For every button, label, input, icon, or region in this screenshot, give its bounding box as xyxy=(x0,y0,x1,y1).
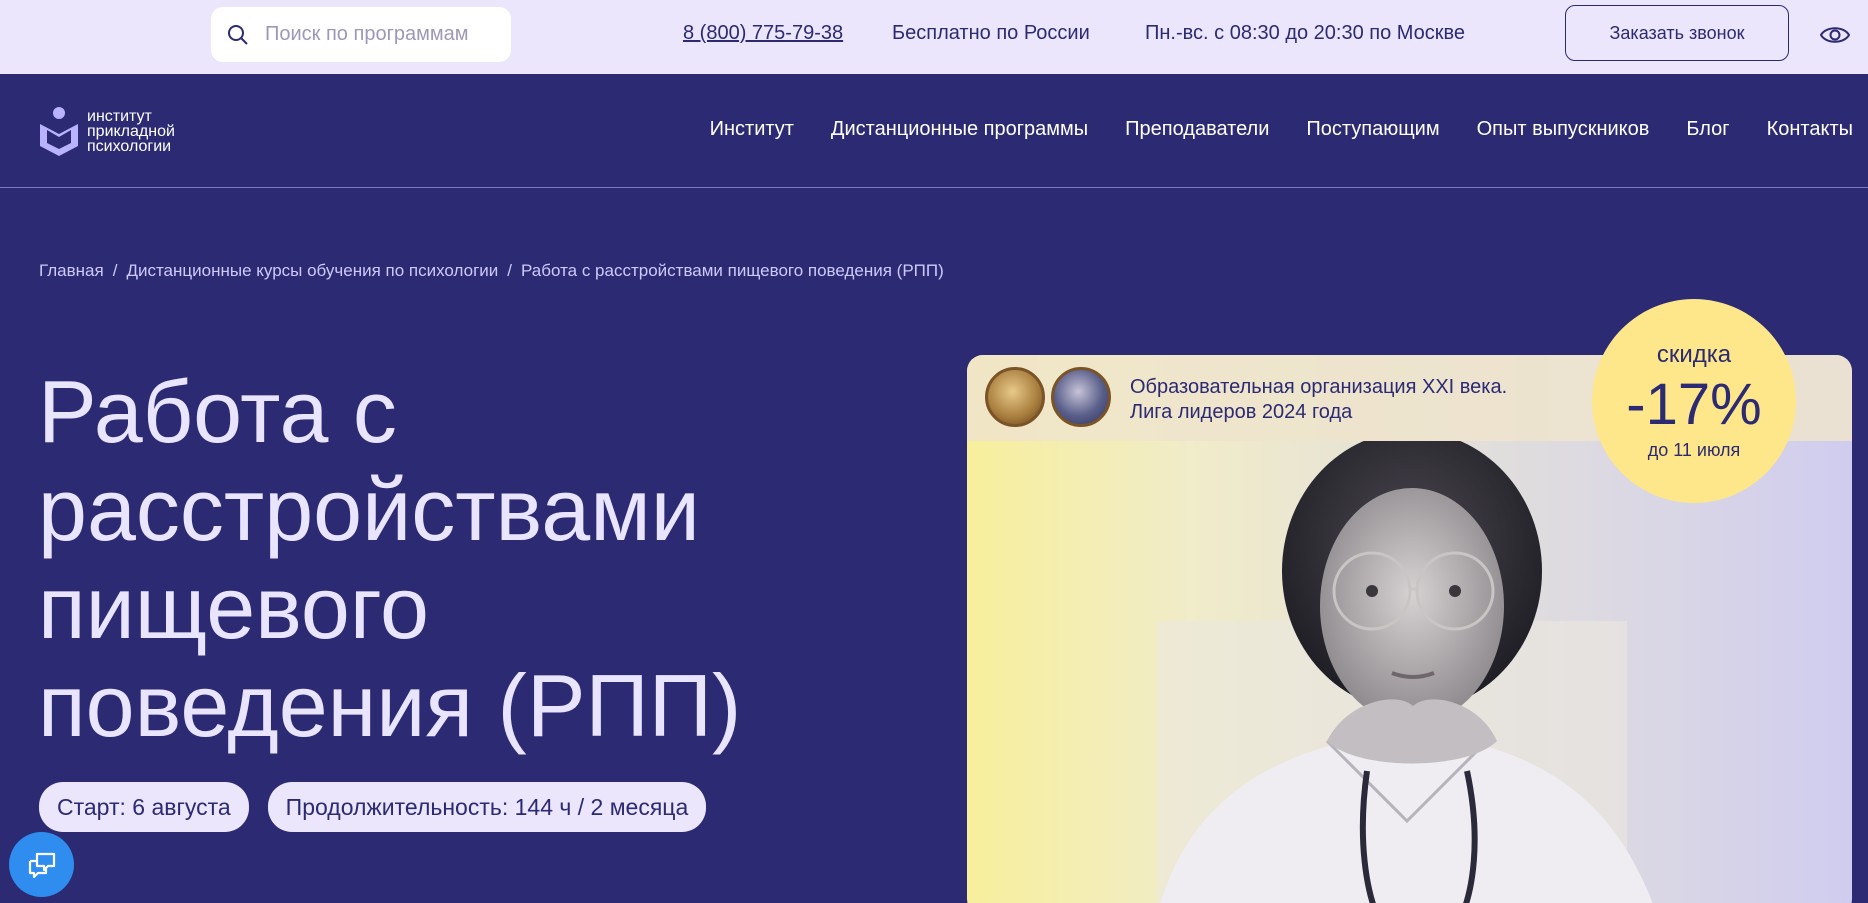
order-call-button[interactable]: Заказать звонок xyxy=(1565,5,1789,61)
nav-item-programs[interactable]: Дистанционные программы xyxy=(831,118,1088,141)
breadcrumb-home[interactable]: Главная xyxy=(39,261,104,281)
breadcrumb-current: Работа с расстройствами пищевого поведен… xyxy=(521,261,944,280)
phone-link[interactable]: 8 (800) 775-79-38 xyxy=(683,22,843,45)
discount-value: -17% xyxy=(1626,372,1762,437)
title-line-4: поведения (РПП) xyxy=(38,656,742,755)
logo-line-3: психологии xyxy=(87,137,172,155)
title-line-2: расстройствами xyxy=(38,460,700,559)
search-icon xyxy=(228,24,248,45)
breadcrumb: Главная / Дистанционные курсы обучения п… xyxy=(39,261,944,281)
search-input[interactable] xyxy=(265,23,505,46)
logo-line-2: прикладной xyxy=(87,122,175,140)
breadcrumb-separator: / xyxy=(112,261,118,280)
logo-text: институт прикладной психологии xyxy=(87,107,175,155)
nav-item-institute[interactable]: Институт xyxy=(710,118,794,141)
free-call-text: Бесплатно по России xyxy=(892,22,1090,44)
nav-menu: Институт Дистанционные программы Препода… xyxy=(710,118,1853,141)
discount-badge: скидка -17% до 11 июля xyxy=(1592,299,1796,503)
duration-badge: Продолжительность: 144 ч / 2 месяца xyxy=(267,782,707,832)
award-caption: Образовательная организация XXI века. Ли… xyxy=(1130,375,1507,425)
breadcrumb-separator: / xyxy=(507,261,513,280)
title-line-1: Работа с xyxy=(38,362,397,461)
medal-icon xyxy=(1051,367,1111,427)
start-date-badge: Старт: 6 августа xyxy=(39,782,249,832)
working-hours: Пн.-вс. с 08:30 до 20:30 по Москве xyxy=(1145,22,1466,44)
chat-icon xyxy=(28,852,55,878)
logo[interactable]: институт прикладной психологии xyxy=(38,106,175,156)
search-box[interactable] xyxy=(211,7,511,62)
main-nav: институт прикладной психологии Институт … xyxy=(0,74,1868,188)
award-caption-line-2: Лига лидеров 2024 года xyxy=(1130,401,1353,423)
page-title: Работа с расстройствами пищевого поведен… xyxy=(38,363,858,755)
course-info: Старт: 6 августа Продолжительность: 144 … xyxy=(39,782,707,832)
medal-icon xyxy=(985,367,1045,427)
logo-icon xyxy=(40,107,78,156)
nav-item-blog[interactable]: Блог xyxy=(1686,118,1729,141)
discount-label: скидка xyxy=(1656,341,1732,368)
nav-item-contacts[interactable]: Контакты xyxy=(1767,118,1853,141)
eye-icon[interactable] xyxy=(1818,18,1852,52)
top-bar: 8 (800) 775-79-38 Бесплатно по России Пн… xyxy=(0,0,1868,74)
discount-deadline: до 11 июля xyxy=(1647,440,1741,460)
award-caption-line-1: Образовательная организация XXI века. xyxy=(1130,376,1508,398)
chat-button[interactable] xyxy=(9,832,74,897)
breadcrumb-courses[interactable]: Дистанционные курсы обучения по психолог… xyxy=(126,261,498,281)
title-line-3: пищевого xyxy=(38,558,429,657)
doctor-photo xyxy=(1157,441,1653,903)
nav-item-applicants[interactable]: Поступающим xyxy=(1306,118,1439,141)
nav-item-teachers[interactable]: Преподаватели xyxy=(1125,118,1269,141)
logo-line-1: институт xyxy=(87,107,152,125)
nav-item-alumni[interactable]: Опыт выпускников xyxy=(1477,118,1650,141)
